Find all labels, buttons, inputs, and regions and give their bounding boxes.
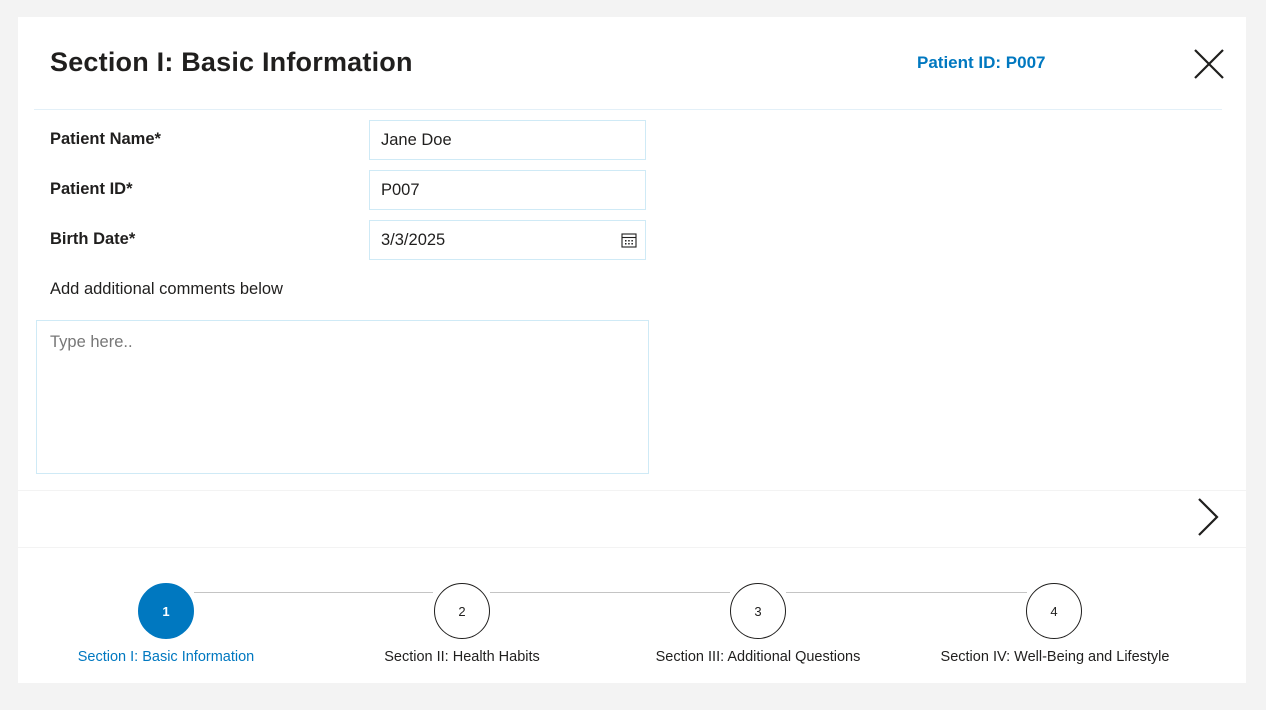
step-4-circle[interactable]: 4 [1026,583,1082,639]
close-icon [1194,49,1224,79]
patient-id-value: P007 [381,181,420,199]
page-title: Section I: Basic Information [50,47,413,77]
navigation-band [18,490,1246,548]
step-1-number: 1 [162,603,170,619]
patient-id-header: Patient ID: P007 [917,53,1046,72]
comments-textarea[interactable]: Type here.. [36,320,649,474]
patient-id-label: Patient ID* [50,180,133,198]
step-3-label[interactable]: Section III: Additional Questions [608,649,908,665]
birth-date-label: Birth Date* [50,230,136,248]
step-3-circle[interactable]: 3 [730,583,786,639]
step-3-number: 3 [754,603,762,619]
patient-name-input[interactable]: Jane Doe [369,120,646,160]
comments-label: Add additional comments below [50,280,283,298]
step-2-label[interactable]: Section II: Health Habits [312,649,612,665]
step-4-label[interactable]: Section IV: Well-Being and Lifestyle [905,649,1205,665]
close-button[interactable] [1192,47,1226,81]
comments-placeholder: Type here.. [50,333,133,351]
next-button[interactable] [1196,497,1220,537]
step-2-circle[interactable]: 2 [434,583,490,639]
chevron-right-icon [1198,498,1219,536]
form-dialog: Section I: Basic Information Patient ID:… [18,17,1246,683]
step-connector [194,592,433,593]
step-connector [490,592,730,593]
header-divider [34,109,1222,110]
birth-date-input[interactable]: 3/3/2025 [369,220,646,260]
step-1-circle[interactable]: 1 [138,583,194,639]
step-4-number: 4 [1050,603,1058,619]
patient-name-label: Patient Name* [50,130,161,148]
patient-id-input[interactable]: P007 [369,170,646,210]
step-2-number: 2 [458,603,466,619]
step-1-label[interactable]: Section I: Basic Information [16,649,316,665]
step-connector [786,592,1027,593]
patient-name-value: Jane Doe [381,131,452,149]
birth-date-value: 3/3/2025 [381,231,446,249]
calendar-icon[interactable] [621,232,637,248]
